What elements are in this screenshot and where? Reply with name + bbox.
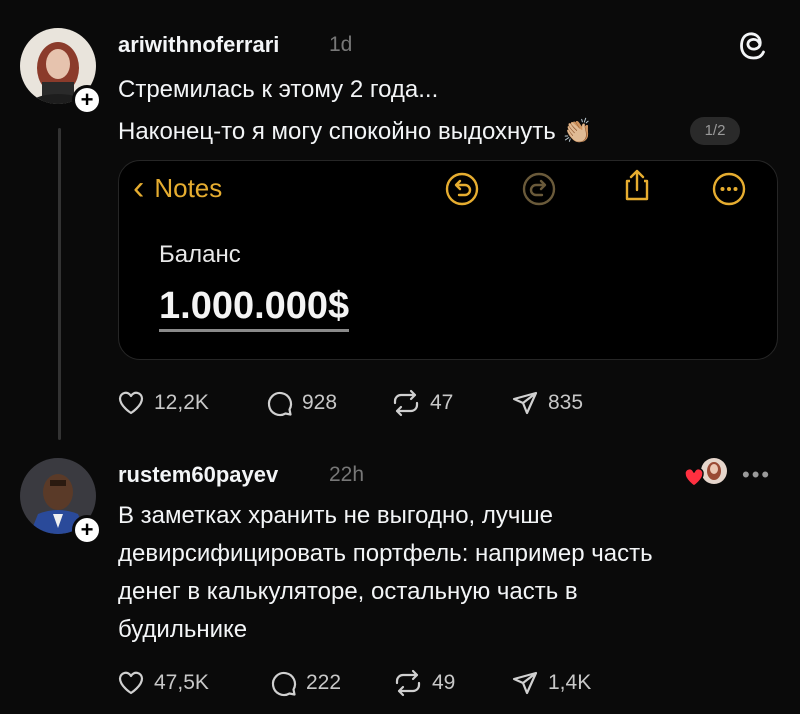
repost-icon	[393, 389, 419, 417]
share-count: 1,4K	[548, 671, 592, 694]
repost-button[interactable]: 49	[392, 668, 510, 698]
post-actions: 12,2K 928 47 835	[116, 388, 583, 418]
reply-count: 222	[306, 671, 342, 694]
paper-plane-icon	[512, 671, 538, 695]
heart-icon	[118, 391, 144, 415]
more-dots-icon[interactable]: •••	[742, 462, 771, 488]
post-text-line-4: будильнике	[118, 616, 248, 643]
balance-value: 1.000.000$	[159, 285, 350, 332]
share-button[interactable]: 835	[510, 388, 583, 418]
notes-back-button: ‹ Notes	[133, 171, 222, 205]
post-text-line-3: денег в калькуляторе, остальную часть в	[118, 578, 578, 605]
post-text-line-2: девирсифицировать портфель: например час…	[118, 540, 653, 567]
thread-line	[58, 128, 61, 440]
page-indicator-badge: 1/2	[690, 117, 740, 145]
redo-icon	[522, 172, 556, 206]
repost-icon	[395, 669, 421, 697]
threads-icon[interactable]	[738, 30, 770, 62]
reply-button[interactable]: 222	[268, 668, 392, 698]
undo-icon	[445, 172, 479, 206]
repost-button[interactable]: 47	[390, 388, 510, 418]
like-count: 47,5K	[154, 671, 209, 694]
share-button[interactable]: 1,4K	[510, 668, 591, 698]
username[interactable]: rustem60payev	[118, 462, 278, 488]
share-upload-icon	[625, 169, 649, 201]
balance-label: Баланс	[159, 241, 241, 268]
reply-count: 928	[302, 391, 338, 414]
like-count: 12,2K	[154, 391, 209, 414]
post-actions: 47,5K 222 49 1,4K	[116, 668, 591, 698]
like-button[interactable]: 47,5K	[116, 668, 268, 698]
paper-plane-icon	[512, 391, 538, 415]
repost-count: 49	[432, 671, 456, 694]
like-button[interactable]: 12,2K	[116, 388, 264, 418]
post-time: 22h	[329, 463, 365, 486]
reply-button[interactable]: 928	[264, 388, 390, 418]
embedded-notes-screenshot[interactable]: ‹ Notes Баланс 1.000.000$	[118, 160, 778, 360]
notes-back-label: Notes	[154, 172, 223, 203]
share-count: 835	[548, 391, 584, 414]
username[interactable]: ariwithnoferrari	[118, 32, 279, 58]
post-text-line-2: Наконец-то я могу спокойно выдохнуть 👏🏼	[118, 118, 593, 145]
follow-plus-button[interactable]: +	[72, 515, 102, 545]
post-time: 1d	[329, 33, 353, 56]
liked-by-author-icon	[684, 458, 727, 487]
speech-bubble-icon	[271, 671, 297, 697]
repost-count: 47	[430, 391, 454, 414]
more-circle-icon	[712, 172, 746, 206]
chevron-left-icon: ‹	[133, 169, 145, 207]
post-text-line-1: В заметках хранить не выгодно, лучше	[118, 502, 553, 529]
heart-icon	[118, 671, 144, 695]
post-text-line-1: Стремилась к этому 2 года...	[118, 76, 439, 103]
follow-plus-button[interactable]: +	[72, 85, 102, 115]
speech-bubble-icon	[267, 391, 293, 417]
